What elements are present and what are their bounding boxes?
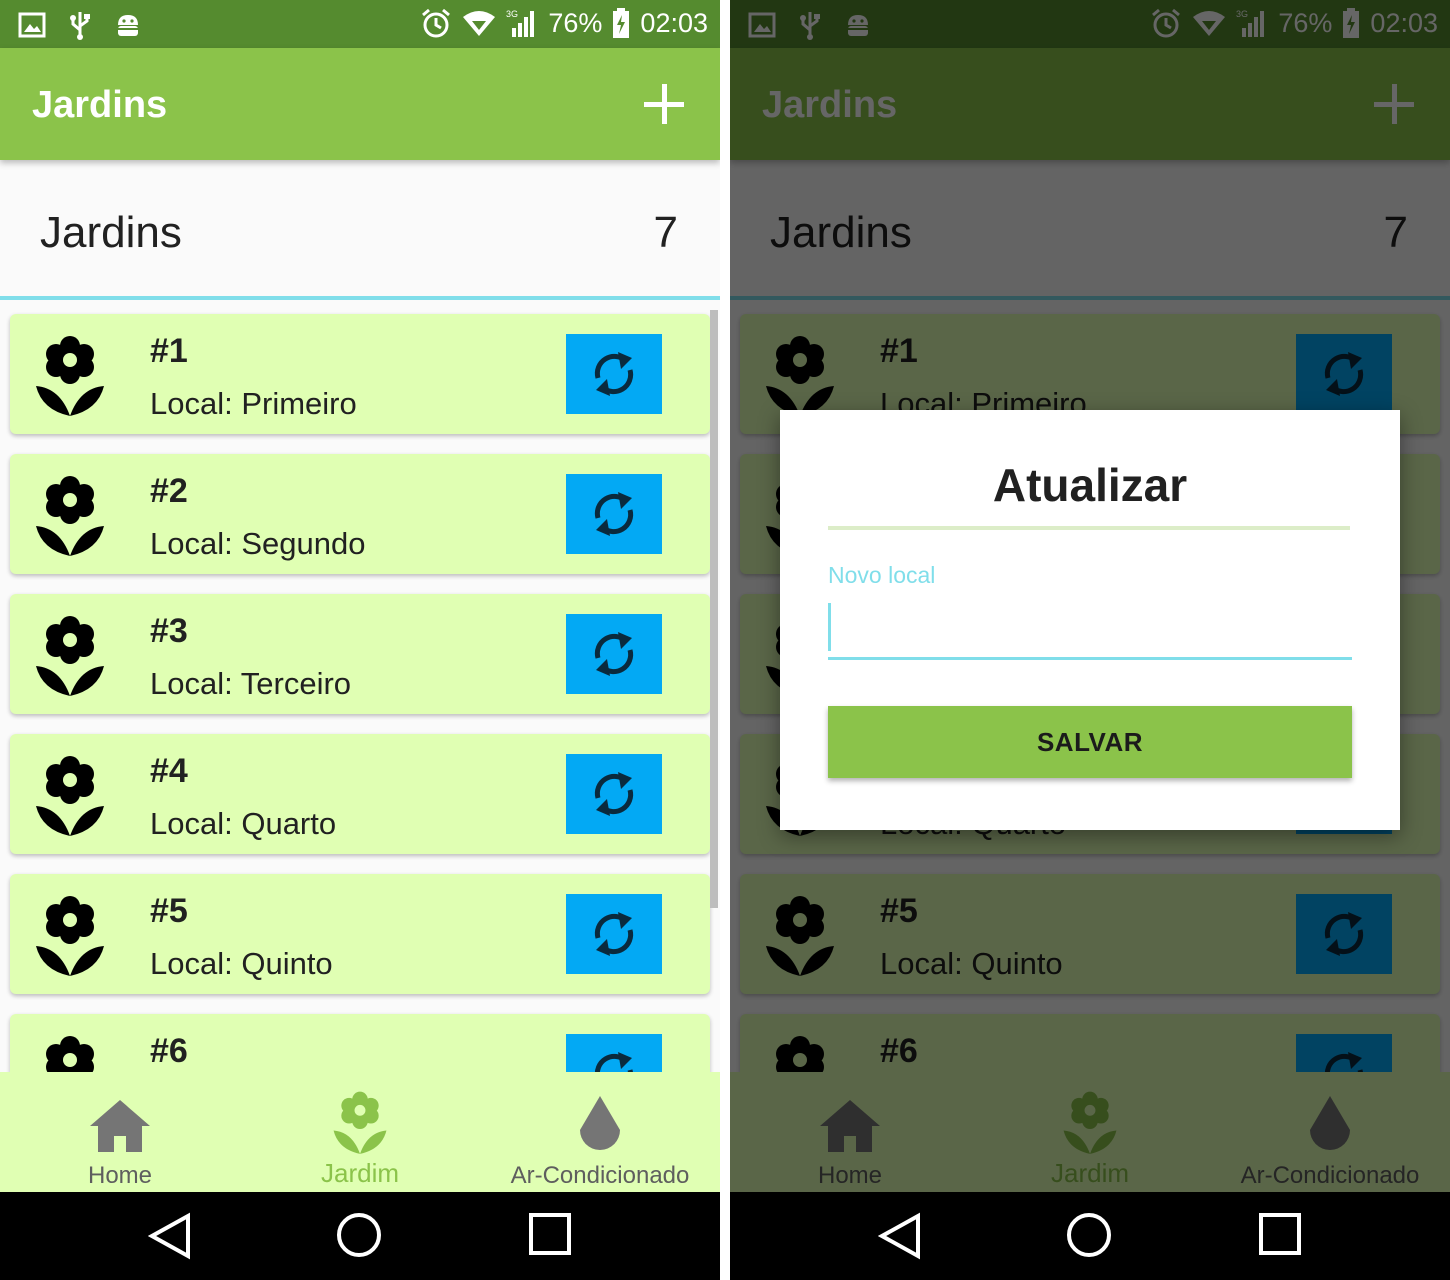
flower-icon [333, 1091, 387, 1154]
nav-item-ar-condicionado[interactable]: Ar-Condicionado [480, 1072, 720, 1192]
back-icon[interactable] [878, 1212, 922, 1260]
garden-number: #4 [150, 752, 188, 790]
garden-local: Local: Primeiro [150, 386, 357, 421]
new-location-input[interactable] [828, 600, 1352, 660]
system-navigation-bar [730, 1192, 1450, 1280]
update-button[interactable] [566, 894, 662, 974]
update-button[interactable] [566, 474, 662, 554]
android-debug-icon [116, 15, 140, 36]
update-button[interactable] [566, 614, 662, 694]
garden-card[interactable]: #6 [10, 1014, 710, 1074]
new-location-label: Novo local [828, 562, 936, 588]
garden-number: #1 [150, 332, 188, 370]
list-header: Jardins 7 [0, 160, 720, 300]
usb-icon [70, 12, 90, 40]
nav-label-jardim: Jardim [320, 1158, 399, 1188]
battery-percent: 76% [548, 7, 603, 38]
add-garden-button[interactable] [638, 78, 690, 130]
garden-local: Local: Segundo [150, 526, 366, 561]
garden-number: #2 [150, 472, 188, 510]
battery-charging-icon [613, 8, 630, 38]
flower-icon [46, 1036, 94, 1074]
garden-count: 7 [653, 208, 678, 257]
alarm-icon [422, 8, 451, 38]
garden-local: Local: Quinto [150, 946, 333, 981]
wifi-icon [463, 11, 496, 36]
nav-item-jardim[interactable]: Jardim [240, 1072, 480, 1192]
status-bar: 3G 76% 02:03 [0, 0, 720, 48]
signal-icon: 3G [506, 9, 535, 37]
garden-card[interactable]: #1 Local: Primeiro [10, 314, 710, 434]
dialog-title: Atualizar [992, 459, 1188, 511]
header-title: Jardins [40, 208, 182, 257]
home-circle-icon[interactable] [336, 1212, 382, 1258]
flower-icon [36, 336, 104, 416]
refresh-icon [594, 492, 634, 536]
garden-local: Local: Quarto [150, 806, 337, 841]
phone-screen-list: 3G 76% 02:03 Jardins Jardins 7 #1 Local:… [0, 0, 720, 1280]
dialog-divider [828, 526, 1350, 530]
update-dialog: Atualizar Novo local SALVAR [780, 410, 1400, 830]
garden-local: Local: Terceiro [150, 666, 352, 701]
update-button[interactable] [566, 754, 662, 834]
home-icon [90, 1100, 150, 1152]
garden-card[interactable]: #3 Local: Terceiro [10, 594, 710, 714]
nav-label-ar-condicionado: Ar-Condicionado [510, 1162, 690, 1189]
nav-item-home[interactable]: Home [0, 1072, 240, 1192]
flower-icon [36, 476, 104, 556]
clock: 02:03 [640, 7, 708, 38]
garden-list[interactable]: #1 Local: Primeiro #2 Local: Segundo #3 … [0, 304, 720, 1074]
nav-label-home: Home [87, 1162, 153, 1189]
bottom-navigation: Home Jardim Ar-Condicionado [0, 1072, 720, 1192]
text-cursor [828, 603, 831, 651]
home-circle-icon[interactable] [1066, 1212, 1112, 1258]
recents-icon[interactable] [528, 1212, 572, 1256]
list-scrollbar[interactable] [710, 310, 718, 908]
flower-icon [36, 756, 104, 836]
garden-card[interactable]: #5 Local: Quinto [10, 874, 710, 994]
garden-card[interactable]: #4 Local: Quarto [10, 734, 710, 854]
garden-number: #3 [150, 612, 188, 650]
garden-number: #5 [150, 892, 188, 930]
flower-icon [36, 896, 104, 976]
garden-number: #6 [150, 1032, 188, 1070]
update-button[interactable] [566, 1034, 662, 1074]
svg-text:3G: 3G [506, 9, 518, 19]
update-button[interactable] [566, 334, 662, 414]
flower-icon [36, 616, 104, 696]
app-bar-title: Jardins [32, 84, 168, 126]
screen-divider [720, 0, 730, 1280]
gallery-icon [18, 12, 46, 38]
refresh-icon [594, 912, 634, 956]
refresh-icon [594, 772, 634, 816]
back-icon[interactable] [148, 1212, 192, 1260]
app-bar: Jardins [0, 48, 720, 160]
recents-icon[interactable] [1258, 1212, 1302, 1256]
phone-screen-dialog: 3G 76% 02:03 Jardins Jardins 7 #1 Local:… [730, 0, 1450, 1280]
garden-card[interactable]: #2 Local: Segundo [10, 454, 710, 574]
refresh-icon [594, 1052, 634, 1074]
drop-icon [580, 1096, 620, 1150]
refresh-icon [594, 632, 634, 676]
refresh-icon [594, 352, 634, 396]
save-button[interactable]: SALVAR [828, 706, 1352, 778]
system-navigation-bar [0, 1192, 720, 1280]
